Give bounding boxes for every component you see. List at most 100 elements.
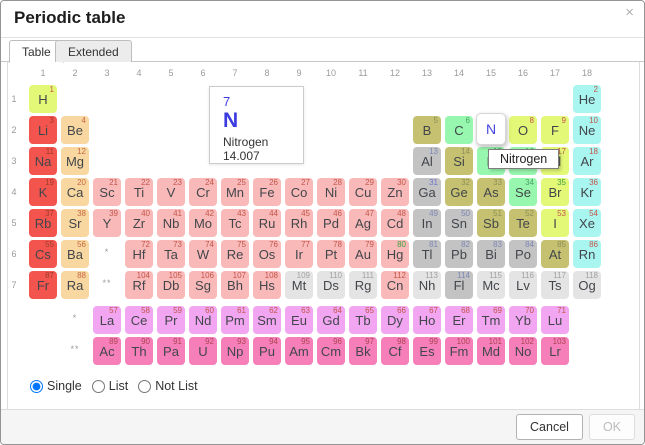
element-cell-th[interactable]: Th90	[125, 337, 153, 365]
element-cell-u[interactable]: U92	[189, 337, 217, 365]
element-cell-nh[interactable]: Nh113	[413, 271, 441, 299]
element-cell-rf[interactable]: Rf104	[125, 271, 153, 299]
element-cell-pb[interactable]: Pb82	[445, 240, 473, 268]
radio-input-list[interactable]	[92, 380, 105, 393]
element-cell-sm[interactable]: Sm62	[253, 306, 281, 334]
element-cell-be[interactable]: Be4	[61, 116, 89, 144]
radio-not-list[interactable]: Not List	[138, 379, 197, 393]
element-cell-ta[interactable]: Ta73	[157, 240, 185, 268]
element-cell-b[interactable]: B5	[413, 116, 441, 144]
element-cell-db[interactable]: Db105	[157, 271, 185, 299]
element-cell-lr[interactable]: Lr103	[541, 337, 569, 365]
element-cell-si[interactable]: Si14	[445, 147, 473, 175]
element-cell-cd[interactable]: Cd48	[381, 209, 409, 237]
element-cell-br[interactable]: Br35	[541, 178, 569, 206]
element-cell-zr[interactable]: Zr40	[125, 209, 153, 237]
element-cell-k[interactable]: K19	[29, 178, 57, 206]
element-cell-cu[interactable]: Cu29	[349, 178, 377, 206]
element-cell-pa[interactable]: Pa91	[157, 337, 185, 365]
element-cell-gd[interactable]: Gd64	[317, 306, 345, 334]
element-cell-pr[interactable]: Pr59	[157, 306, 185, 334]
element-cell-i[interactable]: I53	[541, 209, 569, 237]
element-cell-tc[interactable]: Tc43	[221, 209, 249, 237]
cancel-button[interactable]: Cancel	[516, 414, 583, 440]
element-cell-ca[interactable]: Ca20	[61, 178, 89, 206]
element-cell-np[interactable]: Np93	[221, 337, 249, 365]
element-cell-la[interactable]: La57	[93, 306, 121, 334]
element-cell-es[interactable]: Es99	[413, 337, 441, 365]
element-cell-he[interactable]: He2	[573, 85, 601, 113]
element-cell-eu[interactable]: Eu63	[285, 306, 313, 334]
element-cell-se[interactable]: Se34	[509, 178, 537, 206]
element-cell-yb[interactable]: Yb70	[509, 306, 537, 334]
radio-input-single[interactable]	[30, 380, 43, 393]
element-cell-hg[interactable]: Hg80	[381, 240, 409, 268]
element-cell-xe[interactable]: Xe54	[573, 209, 601, 237]
element-cell-ds[interactable]: Ds110	[317, 271, 345, 299]
element-cell-w[interactable]: W74	[189, 240, 217, 268]
element-cell-og[interactable]: Og118	[573, 271, 601, 299]
element-cell-y[interactable]: Y39	[93, 209, 121, 237]
element-cell-fm[interactable]: Fm100	[445, 337, 473, 365]
element-cell-mn[interactable]: Mn25	[221, 178, 249, 206]
element-cell-tl[interactable]: Tl81	[413, 240, 441, 268]
element-cell-rh[interactable]: Rh45	[285, 209, 313, 237]
element-cell-rb[interactable]: Rb37	[29, 209, 57, 237]
element-cell-ge[interactable]: Ge32	[445, 178, 473, 206]
element-cell-lu[interactable]: Lu71	[541, 306, 569, 334]
element-cell-mo[interactable]: Mo42	[189, 209, 217, 237]
element-cell-sn[interactable]: Sn50	[445, 209, 473, 237]
element-cell-po[interactable]: Po84	[509, 240, 537, 268]
element-cell-sc[interactable]: Sc21	[93, 178, 121, 206]
element-cell-mg[interactable]: Mg12	[61, 147, 89, 175]
element-cell-ar[interactable]: Ar18	[573, 147, 601, 175]
element-cell-cr[interactable]: Cr24	[189, 178, 217, 206]
element-cell-v[interactable]: V23	[157, 178, 185, 206]
element-cell-sr[interactable]: Sr38	[61, 209, 89, 237]
element-cell-c[interactable]: C6	[445, 116, 473, 144]
element-cell-li[interactable]: Li3	[29, 116, 57, 144]
element-cell-ga[interactable]: Ga31	[413, 178, 441, 206]
element-cell-nd[interactable]: Nd60	[189, 306, 217, 334]
element-cell-md[interactable]: Md101	[477, 337, 505, 365]
element-cell-na[interactable]: Na11	[29, 147, 57, 175]
element-cell-zn[interactable]: Zn30	[381, 178, 409, 206]
element-cell-bh[interactable]: Bh107	[221, 271, 249, 299]
element-cell-mt[interactable]: Mt109	[285, 271, 313, 299]
element-cell-kr[interactable]: Kr36	[573, 178, 601, 206]
element-cell-cn[interactable]: Cn112	[381, 271, 409, 299]
element-cell-au[interactable]: Au79	[349, 240, 377, 268]
element-cell-rg[interactable]: Rg111	[349, 271, 377, 299]
element-cell-sb[interactable]: Sb51	[477, 209, 505, 237]
element-cell-pm[interactable]: Pm61	[221, 306, 249, 334]
element-cell-ru[interactable]: Ru44	[253, 209, 281, 237]
element-cell-os[interactable]: Os76	[253, 240, 281, 268]
element-cell-mc[interactable]: Mc115	[477, 271, 505, 299]
element-cell-h[interactable]: H1	[29, 85, 57, 113]
element-cell-hs[interactable]: Hs108	[253, 271, 281, 299]
element-cell-bi[interactable]: Bi83	[477, 240, 505, 268]
element-cell-as[interactable]: As33	[477, 178, 505, 206]
element-cell-lv[interactable]: Lv116	[509, 271, 537, 299]
element-cell-ag[interactable]: Ag47	[349, 209, 377, 237]
element-cell-ho[interactable]: Ho67	[413, 306, 441, 334]
element-cell-ce[interactable]: Ce58	[125, 306, 153, 334]
element-cell-ti[interactable]: Ti22	[125, 178, 153, 206]
element-cell-ts[interactable]: Ts117	[541, 271, 569, 299]
element-cell-tb[interactable]: Tb65	[349, 306, 377, 334]
radio-input-not-list[interactable]	[138, 380, 151, 393]
element-cell-co[interactable]: Co27	[285, 178, 313, 206]
radio-single[interactable]: Single	[30, 379, 82, 393]
element-cell-pu[interactable]: Pu94	[253, 337, 281, 365]
element-cell-in[interactable]: In49	[413, 209, 441, 237]
element-cell-no[interactable]: No102	[509, 337, 537, 365]
element-cell-fe[interactable]: Fe26	[253, 178, 281, 206]
element-cell-n[interactable]: N	[476, 113, 506, 145]
ok-button[interactable]: OK	[589, 414, 635, 440]
element-cell-f[interactable]: F9	[541, 116, 569, 144]
radio-list[interactable]: List	[92, 379, 128, 393]
element-cell-at[interactable]: At85	[541, 240, 569, 268]
element-cell-re[interactable]: Re75	[221, 240, 249, 268]
element-cell-nb[interactable]: Nb41	[157, 209, 185, 237]
element-cell-er[interactable]: Er68	[445, 306, 473, 334]
